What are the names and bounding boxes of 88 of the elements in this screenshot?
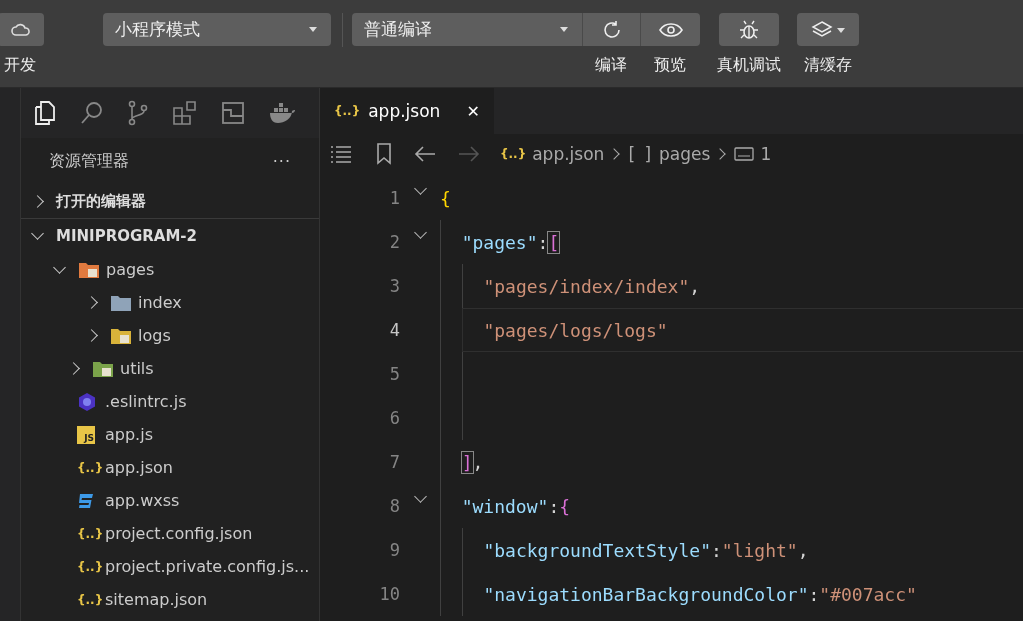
line-number: 7	[388, 452, 400, 472]
extensions-icon[interactable]	[172, 100, 198, 126]
hexagon-icon	[77, 391, 97, 412]
tree-item[interactable]: logs	[21, 319, 319, 352]
tree-item[interactable]: {..}project.private.config.js...	[21, 550, 319, 583]
tree-item[interactable]: index	[21, 286, 319, 319]
breadcrumb-item[interactable]: app.json	[532, 144, 605, 164]
mode-select[interactable]: 小程序模式	[103, 13, 331, 46]
layers-icon	[811, 19, 833, 40]
line-number: 3	[388, 276, 400, 296]
explorer-title: 资源管理器	[49, 150, 129, 172]
tree-item[interactable]: app.wxss	[21, 484, 319, 517]
tree-item[interactable]: utils	[21, 352, 319, 385]
folder-icon	[110, 293, 132, 312]
code-token: "backgroundTextStyle"	[483, 539, 711, 561]
line-number: 10	[378, 584, 400, 604]
line-number: 2	[388, 232, 400, 252]
css-icon	[77, 491, 95, 510]
tree-item[interactable]: .eslintrc.js	[21, 385, 319, 418]
json-file-icon: {..}	[77, 526, 104, 541]
code-token: "navigationBarBackgroundColor"	[483, 583, 809, 605]
editor-tab[interactable]: {..} app.json ✕	[320, 88, 494, 134]
code-token: "pages/logs/logs"	[483, 319, 668, 341]
code-token: :	[710, 539, 722, 561]
source-control-icon[interactable]	[127, 100, 149, 126]
code-token: :	[808, 583, 820, 605]
cloud-button[interactable]	[0, 13, 44, 46]
eye-icon	[657, 20, 684, 39]
folder-icon	[92, 359, 114, 378]
line-number: 5	[388, 364, 400, 384]
folder-icon	[78, 260, 100, 279]
list-icon[interactable]	[330, 145, 352, 163]
breadcrumb-item[interactable]: 1	[760, 144, 772, 164]
json-file-icon: {..}	[77, 592, 104, 607]
bug-button[interactable]	[719, 13, 779, 46]
more-button[interactable]: ···	[272, 151, 291, 171]
eye-button[interactable]	[640, 13, 700, 46]
back-arrow-icon[interactable]	[414, 145, 436, 163]
code-token: [	[548, 231, 560, 253]
code-token: "window"	[461, 495, 549, 517]
refresh-label: 编译	[595, 55, 627, 76]
code-token: {	[440, 187, 451, 209]
bookmark-icon[interactable]	[376, 143, 392, 165]
eye-label: 预览	[654, 55, 686, 76]
close-icon[interactable]: ✕	[466, 101, 480, 121]
files-icon[interactable]	[33, 100, 57, 126]
cloud-label: 开发	[4, 55, 37, 76]
tree-item[interactable]: pages	[21, 253, 319, 286]
folder-icon	[110, 326, 132, 345]
line-number: 9	[388, 540, 400, 560]
code-token: ,	[472, 451, 484, 473]
code-token: "pages/index/index"	[483, 275, 690, 297]
layers-button[interactable]	[797, 13, 859, 46]
js-file-icon: JS	[77, 425, 95, 444]
code-token: :	[537, 231, 549, 253]
compile-select[interactable]: 普通编译	[352, 13, 582, 46]
json-file-icon: {..}	[77, 460, 104, 475]
tree-item[interactable]: JS app.js	[21, 418, 319, 451]
line-number: 8	[388, 496, 400, 516]
line-number: 1	[388, 188, 400, 208]
code-token: "#007acc"	[819, 583, 917, 605]
breadcrumb-item[interactable]: pages	[659, 144, 711, 164]
code-token: "light"	[721, 539, 798, 561]
array-symbol: [ ]	[628, 144, 654, 164]
whale-icon[interactable]	[268, 102, 296, 124]
code-token: ,	[689, 275, 701, 297]
json-file-icon: {..}	[77, 559, 104, 574]
json-file-icon: {..}	[500, 147, 527, 161]
search-icon[interactable]	[80, 101, 104, 125]
json-file-icon: {..}	[334, 104, 361, 118]
tree-item[interactable]: {..}project.config.json	[21, 517, 319, 550]
tree-item[interactable]: {..}app.json	[21, 451, 319, 484]
bug-label: 真机调试	[717, 55, 781, 76]
layers-label: 清缓存	[804, 55, 852, 76]
tree-item[interactable]: {..}sitemap.json	[21, 583, 319, 616]
section-header[interactable]: 打开的编辑器	[21, 184, 319, 219]
code-token: {	[559, 495, 571, 517]
code-token: ]	[461, 451, 473, 473]
panel-icon[interactable]	[221, 101, 245, 125]
line-number: 6	[388, 408, 400, 428]
string-symbol-icon	[734, 146, 755, 162]
refresh-button[interactable]	[582, 13, 640, 46]
section-header[interactable]: MINIPROGRAM-2	[21, 219, 319, 253]
cloud-icon	[10, 21, 32, 38]
line-number: 4	[388, 320, 400, 340]
code-token: :	[548, 495, 560, 517]
code-token: ,	[797, 539, 809, 561]
code-token: "pages"	[461, 231, 538, 253]
